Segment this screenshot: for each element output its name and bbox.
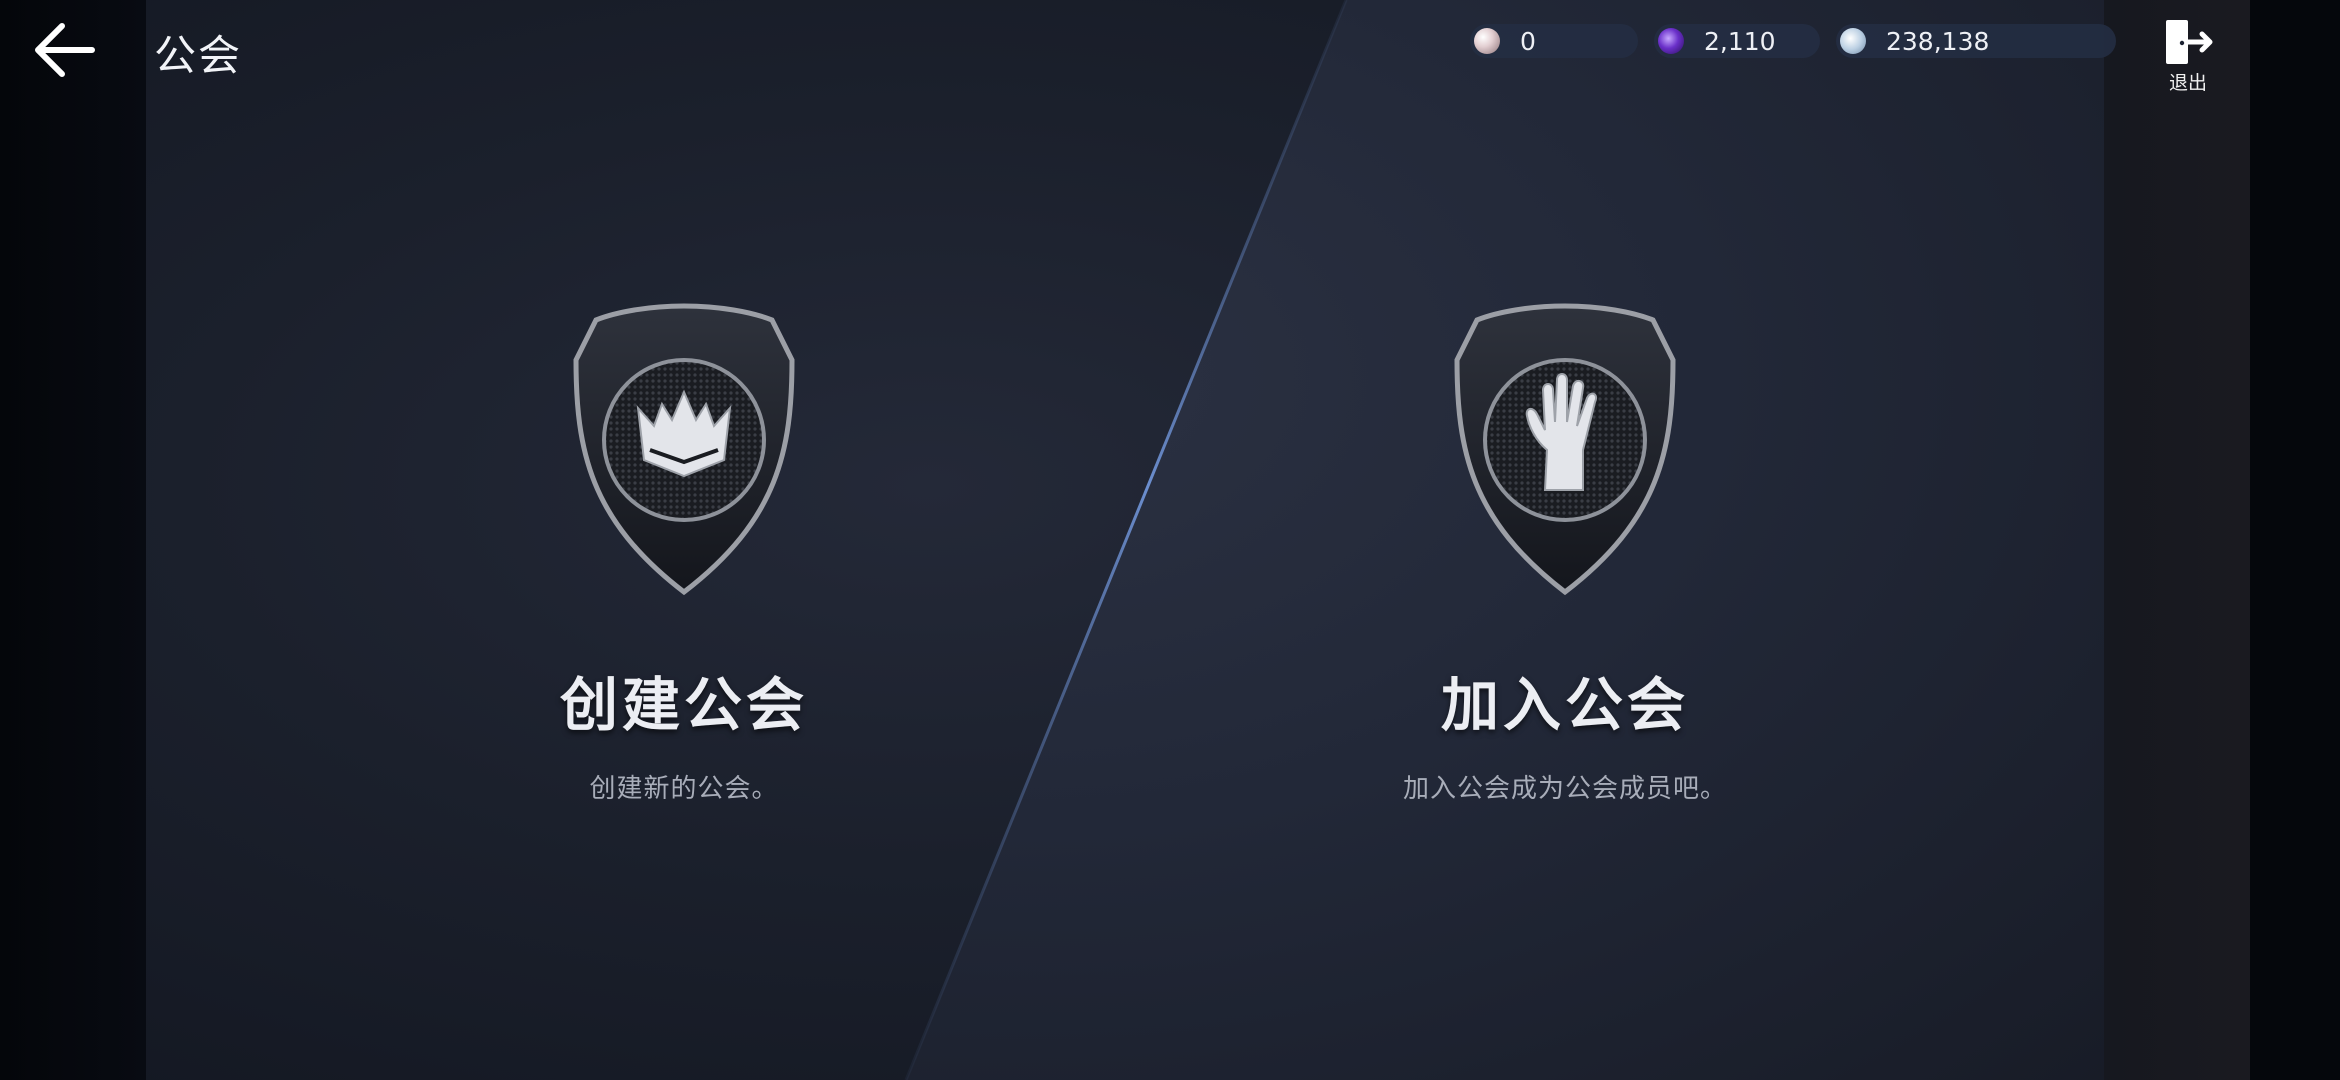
currency-gem[interactable]: 2,110 (1654, 24, 1820, 58)
currency-value: 0 (1520, 27, 1536, 56)
create-guild-title: 创建公会 (559, 671, 808, 739)
exit-label: 退出 (2168, 72, 2207, 94)
exit-door-icon (2166, 20, 2213, 64)
currency-value: 2,110 (1704, 27, 1776, 56)
currency-value: 238,138 (1886, 27, 1990, 56)
pearl-icon (1474, 28, 1500, 54)
create-guild-option[interactable]: 创建公会 创建新的公会。 (424, 300, 944, 820)
arrow-left-icon (35, 23, 95, 77)
currency-pearl[interactable]: 0 (1470, 24, 1638, 58)
join-guild-option[interactable]: 加入公会 加入公会成为公会成员吧。 (1305, 300, 1825, 820)
back-button[interactable] (30, 18, 100, 82)
silver-coin-icon (1840, 28, 1866, 54)
page-title: 公会 (154, 31, 243, 80)
join-guild-title: 加入公会 (1440, 671, 1689, 739)
exit-button[interactable]: 退出 (2162, 18, 2214, 96)
hand-emblem-icon (1454, 303, 1676, 596)
game-screen: 公会 0 2,110 238,138 退出 创建公会 创建新的公会。 加入公会 … (0, 0, 2250, 1080)
crown-emblem-icon (573, 303, 795, 596)
top-bar: 公会 0 2,110 238,138 退出 (0, 0, 2250, 100)
left-edge-band (0, 0, 146, 1080)
purple-orb-icon (1658, 28, 1684, 54)
join-guild-description: 加入公会成为公会成员吧。 (1402, 774, 1727, 804)
create-guild-description: 创建新的公会。 (589, 774, 779, 804)
right-edge-band (2104, 0, 2250, 1080)
currency-coin[interactable]: 238,138 (1836, 24, 2116, 58)
